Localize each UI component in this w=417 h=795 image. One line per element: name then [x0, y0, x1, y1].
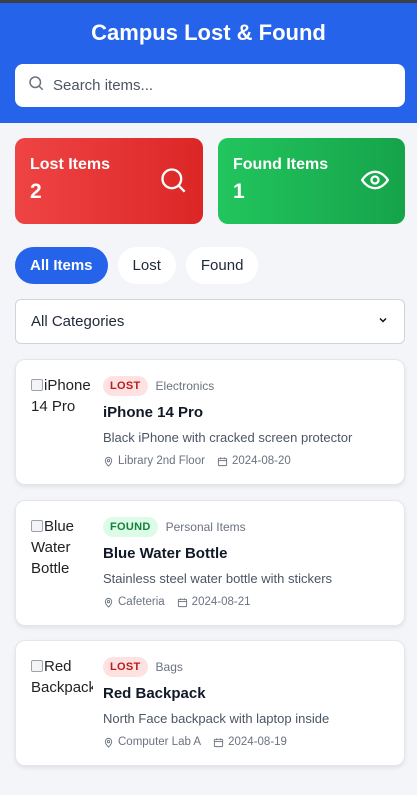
page-title: Campus Lost & Found [91, 20, 326, 45]
chevron-down-icon [377, 313, 389, 330]
header: Campus Lost & Found [0, 3, 417, 123]
calendar-icon [214, 737, 224, 747]
item-date: 2024-08-20 [231, 455, 291, 467]
item-location: Library 2nd Floor [118, 455, 205, 467]
item-name: iPhone 14 Pro [103, 404, 204, 421]
location-pin-icon [104, 597, 113, 608]
eye-icon [361, 170, 389, 190]
status-badge: LOST [103, 376, 148, 396]
category-select-value: All Categories [31, 313, 125, 330]
location-pin-icon [104, 737, 113, 748]
filter-found[interactable]: Found [185, 247, 259, 284]
search-input[interactable] [53, 77, 373, 94]
filter-all-items[interactable]: All Items [15, 247, 108, 284]
item-category: Bags [155, 660, 183, 674]
calendar-icon [217, 456, 228, 466]
item-description: North Face backpack with laptop inside [103, 711, 330, 726]
status-badge: FOUND [103, 517, 158, 537]
item-category: Personal Items [165, 520, 246, 534]
item-name: Red Backpack [103, 685, 206, 702]
item-card[interactable]: Red Backpack LOST Bags Red Backpack Nort… [15, 640, 405, 766]
search-bar[interactable] [15, 64, 405, 107]
item-image: Blue Water Bottle [31, 518, 75, 576]
search-icon [161, 168, 186, 193]
search-icon [27, 74, 45, 97]
item-description: Stainless steel water bottle with sticke… [103, 571, 333, 586]
filter-lost[interactable]: Lost [117, 247, 176, 284]
found-items-card[interactable]: Found Items 1 [218, 138, 405, 224]
status-badge: LOST [103, 657, 148, 677]
item-description: Black iPhone with cracked screen protect… [103, 430, 353, 445]
item-date: 2024-08-21 [191, 596, 251, 608]
item-date: 2024-08-19 [228, 736, 287, 748]
location-pin-icon [104, 456, 113, 467]
calendar-icon [177, 597, 187, 607]
item-card[interactable]: Blue Water Bottle FOUND Personal Items B… [15, 500, 405, 626]
category-select[interactable]: All Categories [15, 299, 405, 344]
item-image: Red Backpack [31, 658, 93, 696]
item-location: Cafeteria [118, 596, 165, 608]
item-name: Blue Water Bottle [103, 545, 228, 562]
item-location: Computer Lab A [118, 736, 202, 748]
item-category: Electronics [155, 379, 215, 393]
item-card[interactable]: iPhone 14 Pro LOST Electronics iPhone 14… [15, 359, 405, 485]
lost-items-card[interactable]: Lost Items 2 [15, 138, 203, 224]
filter-tabs: All Items Lost Found [15, 247, 259, 284]
item-image: iPhone 14 Pro [31, 377, 91, 415]
